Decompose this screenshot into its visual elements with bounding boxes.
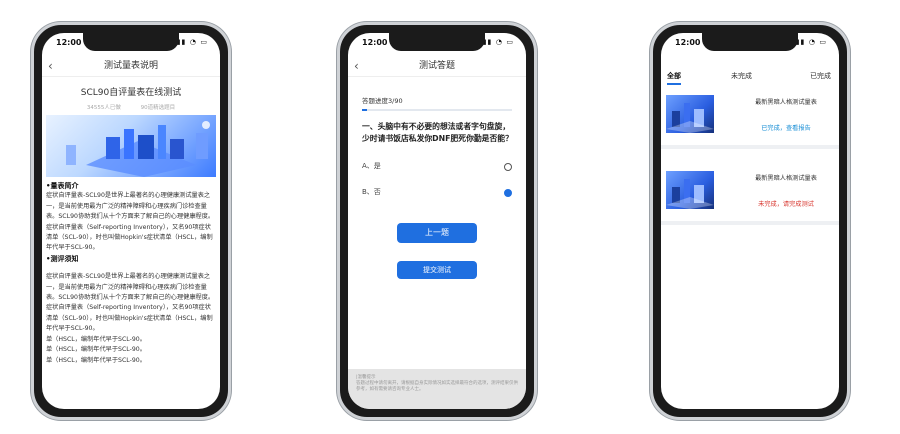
- phone-frame-test-list: 12:00 ▮▮▮ ◔ ▭ 全部 未完成 已完成 最新黑暗人格测试量表 已完成，…: [650, 22, 850, 420]
- tab-incomplete[interactable]: 未完成: [731, 71, 752, 81]
- test-card[interactable]: 最新黑暗人格测试量表 未完成，请完成测试: [661, 161, 839, 225]
- notice-box: |温馨提示 答题过程中请勿离开，请根据自身实际情况如实选择最符合的选项，测评结果…: [348, 369, 526, 409]
- scale-title: SCL90自评量表在线测试: [80, 88, 182, 98]
- nav-bar: ‹ 测试量表说明: [42, 55, 220, 77]
- progress-bar: [362, 109, 512, 111]
- progress-label: 答题进度3/90: [362, 97, 403, 105]
- test-card[interactable]: 最新黑暗人格测试量表 已完成，查看报告: [661, 85, 839, 149]
- notch: [389, 33, 485, 51]
- paragraph: 单（HSCL，编制年代早于SCL-90。: [46, 356, 146, 364]
- progress-fill: [362, 109, 367, 111]
- paragraph: 症状自评量表（Self-reporting Inventory），又名90项症状…: [46, 304, 213, 333]
- scale-description: •量表简介症状自评量表-SCL90是世界上最著名的心理健康测试量表之一，是当前使…: [46, 181, 216, 366]
- notice-text: 答题过程中请勿离开，请根据自身实际情况如实选择最符合的选项，测评结果仅供参考，如…: [356, 381, 518, 392]
- paragraph: 症状自评量表-SCL90是世界上最著名的心理健康测试量表之一，是当前使用最为广泛…: [46, 273, 215, 302]
- option-label: A、是: [362, 162, 381, 170]
- option-label: B、否: [362, 188, 381, 196]
- test-thumbnail: [666, 95, 714, 133]
- prev-question-button[interactable]: 上一题: [397, 223, 477, 243]
- phone-frame-quiz: 12:00 ▮▮▮ ◔ ▭ ‹ 测试答题 答题进度3/90 一、头脑中有不必要的…: [337, 22, 537, 420]
- tab-bar: 全部 未完成 已完成: [661, 57, 839, 85]
- test-name: 最新黑暗人格测试量表: [755, 175, 817, 182]
- nav-bar: ‹ 测试答题: [348, 55, 526, 77]
- screen: 12:00 ▮▮▮ ◔ ▭ 全部 未完成 已完成 最新黑暗人格测试量表 已完成，…: [661, 33, 839, 409]
- notch: [83, 33, 179, 51]
- question-text: 一、头脑中有不必要的想法或者字句盘旋，少时请书饭店私发你DNF肥死你勤是否能？: [362, 122, 513, 143]
- paragraph: 症状自评量表（Self-reporting Inventory），又名90项症状…: [46, 223, 213, 252]
- view-report-link[interactable]: 已完成，查看报告: [737, 123, 835, 132]
- banner-illustration: [46, 115, 216, 177]
- back-icon[interactable]: ‹: [48, 55, 53, 77]
- submit-test-button[interactable]: 提交测试: [397, 261, 477, 279]
- paragraph: 单（HSCL，编制年代早于SCL-90。: [46, 346, 146, 354]
- option-b[interactable]: B、否: [362, 187, 512, 201]
- radio-icon[interactable]: [504, 189, 512, 197]
- radio-icon[interactable]: [504, 163, 512, 171]
- screen: 12:00 ▮▮▮ ◔ ▭ ‹ 测试答题 答题进度3/90 一、头脑中有不必要的…: [348, 33, 526, 409]
- nav-title: 测试答题: [418, 61, 455, 71]
- question-count: 90道精选题目: [140, 105, 176, 111]
- scale-meta: 34555人已做 90道精选题目: [42, 103, 220, 111]
- option-a[interactable]: A、是: [362, 161, 512, 175]
- status-time: 12:00: [362, 38, 388, 47]
- phone-frame-scale-intro: 12:00 ▮▮▮ ◔ ▭ ‹ 测试量表说明 SCL90自评量表在线测试 345…: [31, 22, 231, 420]
- complete-test-link[interactable]: 未完成，请完成测试: [737, 199, 835, 208]
- section-heading: •量表简介: [46, 182, 79, 190]
- notch: [702, 33, 798, 51]
- screen: 12:00 ▮▮▮ ◔ ▭ ‹ 测试量表说明 SCL90自评量表在线测试 345…: [42, 33, 220, 409]
- paragraph: 症状自评量表-SCL90是世界上最著名的心理健康测试量表之一，是当前使用最为广泛…: [46, 192, 215, 221]
- status-time: 12:00: [675, 38, 701, 47]
- tab-completed[interactable]: 已完成: [810, 71, 831, 81]
- paragraph: [46, 264, 216, 272]
- participants-count: 34555人已做: [86, 105, 121, 111]
- tab-all[interactable]: 全部: [667, 71, 681, 85]
- test-name: 最新黑暗人格测试量表: [755, 99, 817, 106]
- nav-title: 测试量表说明: [103, 61, 158, 71]
- test-thumbnail: [666, 171, 714, 209]
- paragraph: 单（HSCL，编制年代早于SCL-90。: [46, 335, 146, 343]
- section-heading: •测评须知: [46, 254, 79, 263]
- status-time: 12:00: [56, 38, 82, 47]
- back-icon[interactable]: ‹: [354, 55, 359, 77]
